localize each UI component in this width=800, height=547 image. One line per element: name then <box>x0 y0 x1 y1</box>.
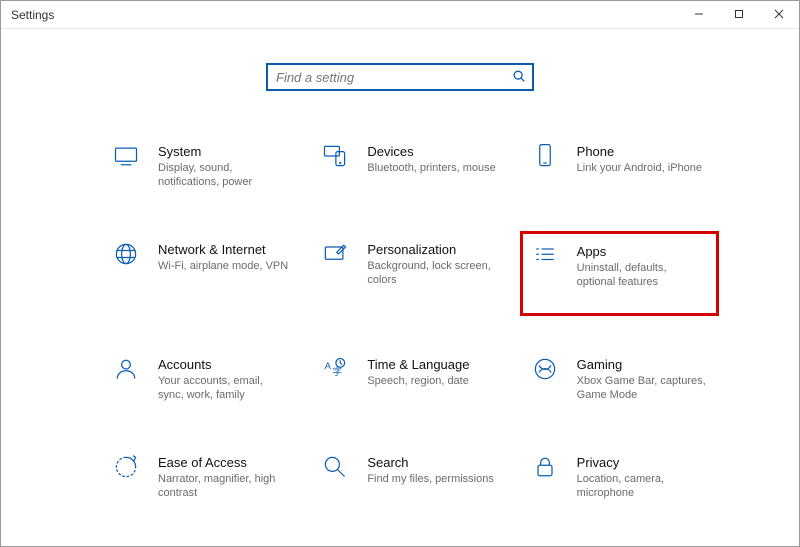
window-title: Settings <box>11 8 54 22</box>
tile-title: System <box>158 142 289 159</box>
search-icon <box>512 69 526 86</box>
privacy-icon <box>531 453 559 481</box>
tile-system[interactable]: System Display, sound, notifications, po… <box>101 133 300 201</box>
network-icon <box>112 240 140 268</box>
tile-title: Devices <box>367 142 495 159</box>
tile-desc: Wi-Fi, airplane mode, VPN <box>158 259 288 273</box>
settings-grid: System Display, sound, notifications, po… <box>1 133 799 547</box>
tile-desc: Find my files, permissions <box>367 472 494 486</box>
tile-desc: Location, camera, microphone <box>577 472 708 501</box>
tile-desc: Display, sound, notifications, power <box>158 161 289 190</box>
tile-desc: Speech, region, date <box>367 374 469 388</box>
window-controls <box>679 1 799 28</box>
phone-icon <box>531 142 559 170</box>
tile-title: Gaming <box>577 355 708 372</box>
tile-title: Search <box>367 453 494 470</box>
tile-title: Privacy <box>577 453 708 470</box>
tile-desc: Your accounts, email, sync, work, family <box>158 374 289 403</box>
maximize-button[interactable] <box>719 1 759 28</box>
tile-desc: Link your Android, iPhone <box>577 161 702 175</box>
tile-devices[interactable]: Devices Bluetooth, printers, mouse <box>310 133 509 201</box>
settings-window: Settings <box>0 0 800 547</box>
tile-title: Ease of Access <box>158 453 289 470</box>
tile-apps[interactable]: Apps Uninstall, defaults, optional featu… <box>520 231 719 317</box>
tile-search[interactable]: Search Find my files, permissions <box>310 444 509 512</box>
titlebar: Settings <box>1 1 799 29</box>
apps-icon <box>531 242 559 270</box>
ease-of-access-icon <box>112 453 140 481</box>
minimize-button[interactable] <box>679 1 719 28</box>
tile-update-security[interactable]: Update & Security Windows Update, recove… <box>101 541 300 547</box>
tile-title: Time & Language <box>367 355 469 372</box>
devices-icon <box>321 142 349 170</box>
tile-title: Accounts <box>158 355 289 372</box>
personalization-icon <box>321 240 349 268</box>
search-tile-icon <box>321 453 349 481</box>
content-area: System Display, sound, notifications, po… <box>1 29 799 547</box>
close-icon <box>774 8 784 22</box>
tile-title: Personalization <box>367 240 498 257</box>
tile-personalization[interactable]: Personalization Background, lock screen,… <box>310 231 509 317</box>
empty-cell <box>520 541 719 547</box>
search-input[interactable] <box>276 70 512 85</box>
empty-cell <box>310 541 509 547</box>
tile-phone[interactable]: Phone Link your Android, iPhone <box>520 133 719 201</box>
tile-desc: Background, lock screen, colors <box>367 259 498 288</box>
gaming-icon <box>531 355 559 383</box>
tile-accounts[interactable]: Accounts Your accounts, email, sync, wor… <box>101 346 300 414</box>
maximize-icon <box>734 8 744 22</box>
minimize-icon <box>694 8 704 22</box>
tile-title: Apps <box>577 242 708 259</box>
tile-desc: Narrator, magnifier, high contrast <box>158 472 289 501</box>
tile-desc: Xbox Game Bar, captures, Game Mode <box>577 374 708 403</box>
accounts-icon <box>112 355 140 383</box>
tile-title: Phone <box>577 142 702 159</box>
tile-privacy[interactable]: Privacy Location, camera, microphone <box>520 444 719 512</box>
svg-text:字: 字 <box>333 366 343 378</box>
tile-desc: Bluetooth, printers, mouse <box>367 161 495 175</box>
search-box[interactable] <box>266 63 534 91</box>
tile-gaming[interactable]: Gaming Xbox Game Bar, captures, Game Mod… <box>520 346 719 414</box>
tile-title: Network & Internet <box>158 240 288 257</box>
tile-ease-of-access[interactable]: Ease of Access Narrator, magnifier, high… <box>101 444 300 512</box>
time-language-icon: A字 <box>321 355 349 383</box>
search-container <box>1 63 799 91</box>
tile-desc: Uninstall, defaults, optional features <box>577 261 708 290</box>
tile-network[interactable]: Network & Internet Wi-Fi, airplane mode,… <box>101 231 300 317</box>
close-button[interactable] <box>759 1 799 28</box>
system-icon <box>112 142 140 170</box>
tile-time-language[interactable]: A字 Time & Language Speech, region, date <box>310 346 509 414</box>
svg-text:A: A <box>325 361 332 372</box>
